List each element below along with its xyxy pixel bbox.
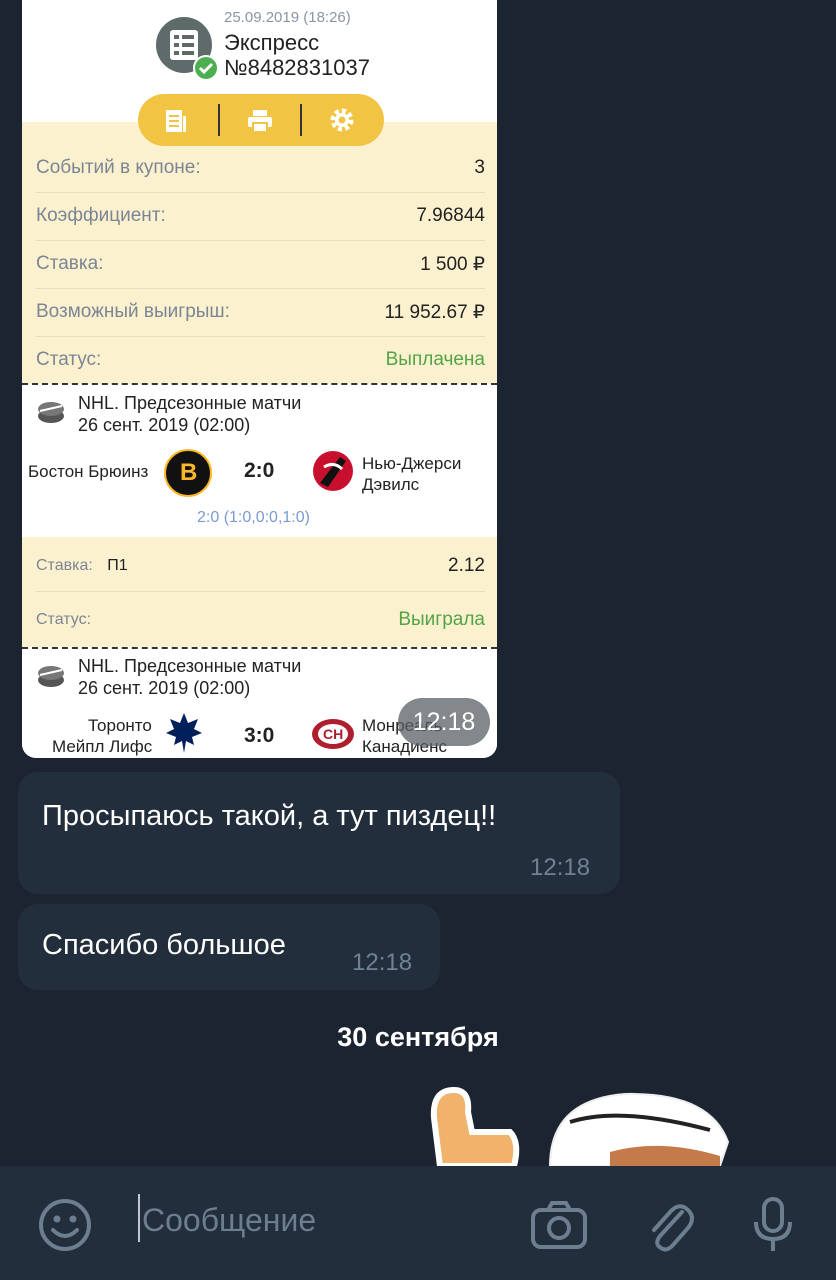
event-score: 3:0: [244, 724, 275, 747]
event-periods: 2:0 (1:0,0:0,1:0): [197, 509, 310, 526]
message-time: 12:18: [352, 949, 413, 976]
microphone-icon[interactable]: [750, 1196, 796, 1254]
message-bubble[interactable]: Спасибо большое 12:18: [18, 904, 440, 990]
summary-row-win: Возможный выигрыш: 11 952.67 ₽: [36, 288, 485, 337]
sticker[interactable]: [420, 1082, 740, 1172]
home-team-line1: Торонто: [88, 716, 152, 735]
event-1: NHL. Предсезонные матчи 26 сент. 2019 (0…: [22, 385, 497, 537]
event-1-bet: Ставка: П1 2.12 Статус: Выиграла: [22, 537, 497, 647]
home-team: Бостон Брюинз: [28, 462, 149, 481]
coupon-number: №8482831037: [224, 55, 370, 80]
coupon-title: Экспресс: [224, 30, 320, 55]
coupon-summary: Событий в купоне: 3 Коэффициент: 7.96844…: [22, 122, 497, 384]
maple-leafs-logo-icon: [166, 713, 202, 753]
coupon-toolbar: [138, 94, 384, 146]
camera-icon[interactable]: [530, 1200, 588, 1250]
event-league: NHL. Предсезонные матчи: [78, 656, 302, 676]
bruins-logo-icon: B: [164, 449, 212, 497]
summary-row-status: Статус: Выплачена: [36, 349, 485, 370]
summary-row-events: Событий в купоне: 3: [36, 144, 485, 193]
hockey-puck-icon: [38, 666, 64, 687]
coupon-image[interactable]: 25.09.2019 (18:26) Экспресс №8482831037 …: [22, 0, 497, 758]
home-team-line2: Мейпл Лифс: [52, 737, 153, 756]
gear-icon: [330, 108, 354, 132]
away-team-line2: Дэвилс: [362, 475, 420, 494]
event-score: 2:0: [244, 459, 275, 482]
attach-icon[interactable]: [644, 1198, 694, 1254]
text-cursor: [138, 1194, 140, 1242]
emoji-icon[interactable]: [38, 1198, 92, 1252]
away-team-line1: Нью-Джерси: [362, 454, 462, 473]
message-text: Спасибо большое: [42, 929, 286, 961]
message-text: Просыпаюсь такой, а тут пиздец!!: [42, 800, 497, 832]
devils-logo-icon: [313, 451, 353, 491]
message-composer: Сообщение: [0, 1166, 836, 1280]
summary-row-coefficient: Коэффициент: 7.96844: [36, 192, 485, 241]
document-icon: [166, 110, 186, 132]
image-timestamp: 12:18: [398, 698, 490, 746]
canadiens-logo-icon: CH: [312, 719, 354, 749]
date-separator: 30 сентября: [337, 1022, 499, 1052]
hockey-puck-icon: [38, 402, 64, 423]
message-time: 12:18: [530, 854, 591, 881]
event-league: NHL. Предсезонные матчи: [78, 393, 302, 413]
summary-row-stake: Ставка: 1 500 ₽: [36, 240, 485, 289]
coupon-date: 25.09.2019 (18:26): [224, 9, 351, 26]
message-bubble[interactable]: Просыпаюсь такой, а тут пиздец!! 12:18: [18, 772, 620, 894]
svg-text:CH: CH: [323, 726, 343, 742]
event-datetime: 26 сент. 2019 (02:00): [78, 415, 251, 435]
bet-status-row: Статус: Выиграла: [36, 609, 485, 630]
message-input[interactable]: Сообщение: [142, 1202, 316, 1239]
printer-icon: [248, 110, 272, 133]
check-icon: [193, 55, 219, 81]
event-datetime: 26 сент. 2019 (02:00): [78, 678, 251, 698]
bet-row: Ставка: П1 2.12: [36, 541, 485, 592]
